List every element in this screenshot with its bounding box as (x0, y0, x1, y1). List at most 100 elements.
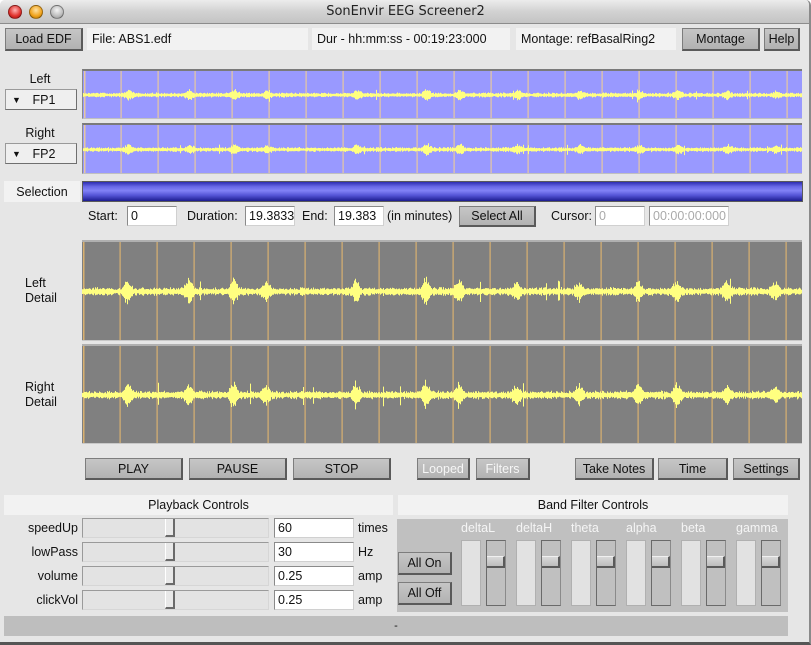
slider-thumb[interactable] (165, 519, 175, 537)
param-value-lowPass[interactable]: 30 (274, 542, 354, 562)
param-label-speedUp: speedUp (27, 521, 78, 535)
band-slider-thumb[interactable] (652, 556, 670, 568)
play-button[interactable]: PLAY (85, 458, 183, 480)
stop-button[interactable]: STOP (293, 458, 391, 480)
band-meter-deltaL (461, 540, 481, 606)
start-label: Start: (88, 209, 118, 223)
band-slider-thumb[interactable] (487, 556, 505, 568)
param-unit-volume: amp (358, 569, 383, 583)
right-detail-label-line2: Detail (25, 395, 57, 409)
slider-thumb[interactable] (165, 567, 175, 585)
band-meter-theta (571, 540, 591, 606)
band-label-theta: theta (571, 521, 599, 535)
band-slider-beta[interactable] (706, 540, 726, 606)
band-meter-alpha (626, 540, 646, 606)
file-name-display: File: ABS1.edf (87, 28, 308, 50)
band-label-deltaH: deltaH (516, 521, 553, 535)
left-channel-label: Left (29, 72, 51, 86)
montage-display: Montage: refBasalRing2 (516, 28, 676, 50)
eeg-signal-trace (82, 276, 802, 305)
cursor-time-display: 00:00:00:000 (649, 206, 729, 226)
left-detail-label-line1: Left (25, 276, 46, 290)
slider-thumb[interactable] (165, 591, 175, 609)
title-bar[interactable]: SonEnvir EEG Screener2 (0, 0, 809, 24)
param-label-volume: volume (37, 569, 78, 583)
right-detail-label: Right Detail (25, 380, 57, 410)
band-slider-thumb[interactable] (542, 556, 560, 568)
right-channel-label: Right (25, 126, 55, 140)
montage-button[interactable]: Montage (682, 28, 760, 51)
duration-display: Dur - hh:mm:ss - 00:19:23:000 (312, 28, 510, 50)
right-detail-waveform[interactable] (82, 344, 802, 444)
settings-button[interactable]: Settings (733, 458, 800, 480)
help-button[interactable]: Help (764, 28, 800, 51)
left-detail-label: Left Detail (25, 276, 57, 306)
cursor-input[interactable]: 0 (595, 206, 645, 226)
band-slider-alpha[interactable] (651, 540, 671, 606)
selection-range-bar[interactable] (82, 181, 803, 202)
band-slider-thumb[interactable] (707, 556, 725, 568)
param-unit-speedUp: times (358, 521, 388, 535)
playback-controls-header: Playback Controls (4, 495, 393, 515)
band-label-beta: beta (681, 521, 706, 535)
param-slider-lowPass[interactable] (82, 542, 269, 562)
left-channel-value: FP1 (32, 92, 56, 107)
param-unit-clickVol: amp (358, 593, 383, 607)
right-channel-value: FP2 (32, 146, 56, 161)
left-channel-select[interactable]: ▼ FP1 (5, 89, 77, 110)
param-slider-volume[interactable] (82, 566, 269, 586)
param-value-clickVol[interactable]: 0.25 (274, 590, 354, 610)
window-title: SonEnvir EEG Screener2 (326, 4, 485, 19)
slider-thumb[interactable] (165, 543, 175, 561)
duration-input[interactable]: 19.3833 (245, 206, 295, 226)
param-slider-speedUp[interactable] (82, 518, 269, 538)
param-slider-clickVol[interactable] (82, 590, 269, 610)
left-overview-waveform[interactable] (82, 69, 802, 119)
eeg-signal-trace (83, 143, 802, 156)
status-bar: - (4, 616, 788, 636)
app-window: SonEnvir EEG Screener2 Load EDF File: AB… (0, 0, 811, 645)
param-label-clickVol: clickVol (36, 593, 78, 607)
start-input[interactable]: 0 (127, 206, 177, 226)
left-detail-waveform[interactable] (82, 240, 802, 341)
band-meter-deltaH (516, 540, 536, 606)
eeg-signal-trace (83, 89, 802, 103)
band-meter-gamma (736, 540, 756, 606)
right-detail-label-line1: Right (25, 380, 55, 394)
band-filter-header: Band Filter Controls (398, 495, 788, 515)
param-value-volume[interactable]: 0.25 (274, 566, 354, 586)
end-label: End: (302, 209, 328, 223)
band-meter-beta (681, 540, 701, 606)
left-detail-label-line2: Detail (25, 291, 57, 305)
all-off-button[interactable]: All Off (398, 582, 452, 605)
band-label-alpha: alpha (626, 521, 657, 535)
band-slider-thumb[interactable] (762, 556, 780, 568)
band-slider-thumb[interactable] (597, 556, 615, 568)
band-slider-deltaL[interactable] (486, 540, 506, 606)
select-all-button[interactable]: Select All (459, 206, 536, 227)
eeg-signal-trace (82, 379, 802, 410)
dropdown-arrow-icon: ▼ (12, 148, 21, 159)
param-value-speedUp[interactable]: 60 (274, 518, 354, 538)
all-on-button[interactable]: All On (398, 552, 452, 575)
param-unit-lowPass: Hz (358, 545, 374, 559)
units-label: (in minutes) (387, 209, 453, 223)
dropdown-arrow-icon: ▼ (12, 94, 21, 105)
band-slider-deltaH[interactable] (541, 540, 561, 606)
band-slider-gamma[interactable] (761, 540, 781, 606)
cursor-label: Cursor: (551, 209, 592, 223)
pause-button[interactable]: PAUSE (189, 458, 287, 480)
take-notes-button[interactable]: Take Notes (575, 458, 654, 480)
time-button[interactable]: Time (658, 458, 728, 480)
duration-label: Duration: (187, 209, 238, 223)
end-input[interactable]: 19.383 (334, 206, 384, 226)
right-channel-select[interactable]: ▼ FP2 (5, 143, 77, 164)
band-label-gamma: gamma (736, 521, 778, 535)
load-edf-button[interactable]: Load EDF (5, 28, 83, 51)
looped-toggle[interactable]: Looped (417, 458, 470, 480)
selection-label: Selection (4, 181, 80, 202)
right-overview-waveform[interactable] (82, 123, 802, 174)
filters-toggle[interactable]: Filters (476, 458, 530, 480)
param-label-lowPass: lowPass (31, 545, 78, 559)
band-slider-theta[interactable] (596, 540, 616, 606)
